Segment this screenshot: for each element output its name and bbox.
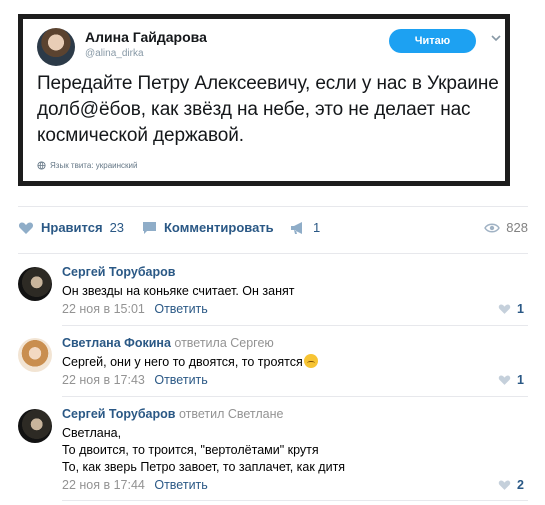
divider [62,325,528,326]
comment-text-line: То, как зверь Петро завоет, то заплачет,… [62,460,346,474]
like-count: 23 [109,220,125,235]
heart-icon [18,222,34,234]
tweet-image: Алина Гайдарова @alina_dirka Читаю Перед… [18,14,510,186]
comment-date[interactable]: 22 ноя в 17:43 [62,373,145,387]
comment-like-count: 1 [517,373,524,387]
tweet-author-handle: @alina_dirka [85,48,144,59]
comment-header: Сергей Торубаров ответил Светлане [62,407,283,421]
comment-like-button[interactable]: 2 [498,478,524,492]
comment-header: Светлана Фокина ответила Сергею [62,336,274,350]
comment-like-button[interactable]: 1 [498,373,524,387]
comment-reply-to[interactable]: ответила Сергею [174,336,273,350]
reply-button[interactable]: Ответить [154,478,207,492]
avatar[interactable] [18,409,52,443]
divider [62,500,528,501]
comment-item: Сергей Торубаров ответил Светлане Светла… [18,407,528,497]
comment-date[interactable]: 22 ноя в 15:01 [62,302,145,316]
comment-meta: 22 ноя в 17:43 Ответить [62,373,208,387]
tweet-author-name: Алина Гайдарова [85,29,207,45]
chevron-down-icon [491,35,501,42]
views-counter: 828 [484,220,528,235]
divider [18,206,528,207]
like-button[interactable]: Нравится 23 [18,220,124,235]
comment-author[interactable]: Сергей Торубаров [62,265,175,279]
comment-meta: 22 ноя в 15:01 Ответить [62,302,208,316]
reply-button[interactable]: Ответить [154,302,207,316]
comment-text: Он звезды на коньяке считает. Он занят [62,284,295,298]
divider [62,396,528,397]
tweet-language-text: Язык твита: украинский [50,161,138,170]
comment-like-count: 1 [517,302,524,316]
comment-author[interactable]: Светлана Фокина [62,336,171,350]
comment-text-line: Сергей, они у него то двоятся, то троятс… [62,355,303,369]
heart-icon [498,480,511,490]
comment-like-button[interactable]: 1 [498,302,524,316]
views-count: 828 [506,220,528,235]
eye-icon [484,223,501,232]
comment-header: Сергей Торубаров [62,265,175,279]
comment-icon [143,221,156,234]
reply-button[interactable]: Ответить [154,373,207,387]
share-button[interactable]: 1 [290,220,320,235]
post-actions-bar: Нравится 23 Комментировать 1 828 [18,216,528,244]
comment-text: Светлана, То двоится, то троится, "верто… [62,425,345,476]
comment-reply-to[interactable]: ответил Светлане [179,407,284,421]
like-label: Нравится [41,220,103,235]
divider [18,253,528,254]
comment-author[interactable]: Сергей Торубаров [62,407,175,421]
upside-down-face-emoji-icon [303,354,318,368]
avatar[interactable] [18,338,52,372]
comment-text-line: Светлана, [62,426,122,440]
tweet-language-note: Язык твита: украинский [37,161,138,170]
tweet-card: Алина Гайдарова @alina_dirka Читаю Перед… [23,19,505,181]
comment-date[interactable]: 22 ноя в 17:44 [62,478,145,492]
tweet-author-avatar [37,28,75,66]
megaphone-icon [291,221,302,234]
avatar[interactable] [18,267,52,301]
comment-item: Светлана Фокина ответила Сергею Сергей, … [18,336,528,392]
heart-icon [498,304,511,314]
tweet-follow-button: Читаю [389,29,476,53]
share-count: 1 [313,220,321,235]
tweet-text: Передайте Петру Алексеевичу, если у нас … [37,73,499,146]
comment-like-count: 2 [517,478,524,492]
comment-meta: 22 ноя в 17:44 Ответить [62,478,208,492]
globe-icon [37,161,46,170]
comment-text-line: То двоится, то троится, "вертолётами" кр… [62,443,319,457]
comment-button[interactable]: Комментировать [142,220,274,235]
comment-text: Сергей, они у него то двоятся, то троятс… [62,354,318,371]
heart-icon [498,375,511,385]
comment-label: Комментировать [164,220,274,235]
comment-item: Сергей Торубаров Он звезды на коньяке сч… [18,265,528,321]
